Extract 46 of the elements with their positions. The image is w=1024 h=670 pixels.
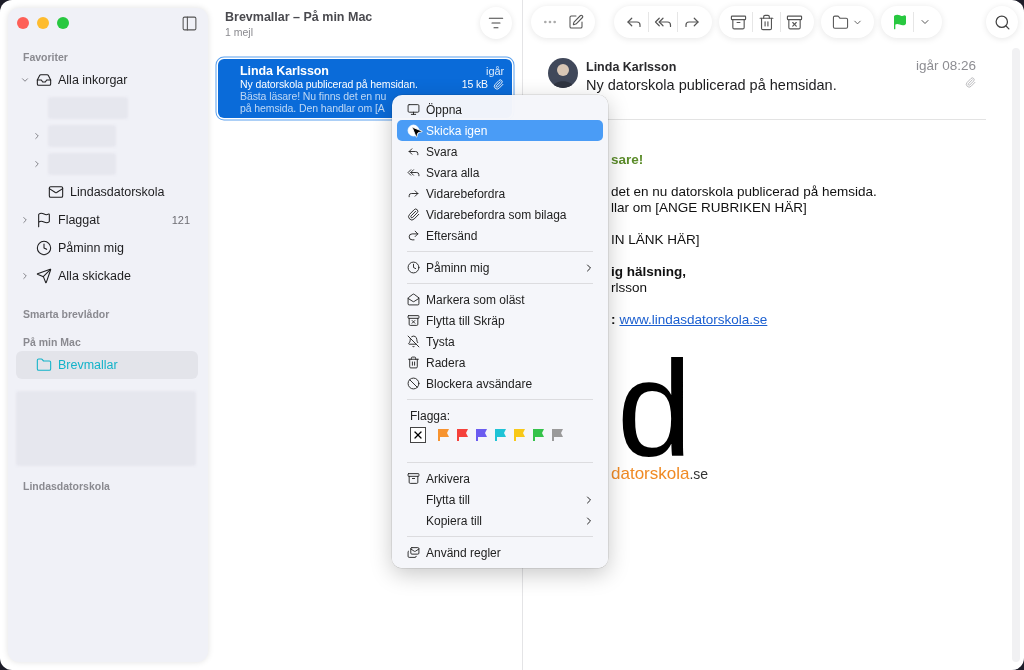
menu-item[interactable]: Svara: [397, 141, 603, 162]
mailbox-item[interactable]: Flaggat 121: [16, 206, 198, 234]
email-body-text: sare!: [611, 152, 644, 168]
mailbox-item[interactable]: Påminn mig: [16, 234, 198, 262]
menu-item[interactable]: Flytta till Skräp: [397, 310, 603, 331]
email-body-text: det en nu datorskola publicerad på hemsida.: [611, 184, 877, 200]
website-link[interactable]: www.lindasdatorskola.se: [619, 312, 768, 328]
menu-item[interactable]: Tysta: [397, 331, 603, 352]
message-count: 1 mejl: [225, 26, 254, 38]
sidebar-section-heading: Lindasdatorskola: [22, 479, 111, 494]
menu-item[interactable]: Eftersänd: [397, 225, 603, 246]
message-preview: Bästa läsare! Nu finns det en nu: [240, 90, 387, 102]
menu-item[interactable]: Kopiera till: [397, 510, 603, 531]
menu-item[interactable]: Vidarebefordra som bilaga: [397, 204, 603, 225]
menu-item[interactable]: Flytta till: [397, 489, 603, 510]
sidebar-section-heading: Smarta brevlådor: [22, 307, 111, 322]
mailbox-item[interactable]: Lindasdatorskola: [16, 178, 198, 206]
email-body-text: rlsson: [611, 280, 647, 296]
sender-name: Linda Karlsson: [586, 60, 678, 74]
logo-text: datorskola.se: [611, 464, 709, 484]
menu-item[interactable]: Arkivera: [397, 468, 603, 489]
menu-item[interactable]: Vidarebefordra: [397, 183, 603, 204]
menu-item[interactable]: Använd regler: [397, 542, 603, 563]
sidebar-section-heading: På min Mac: [22, 335, 82, 350]
flag-label: Flagga:: [409, 408, 452, 425]
mailbox-item[interactable]: Alla inkorgar: [16, 66, 198, 94]
email-body-text: llar om [ANGE RUBRIKEN HÄR]: [611, 200, 807, 216]
menu-item[interactable]: Radera: [397, 352, 603, 373]
menu-item[interactable]: Blockera avsändare: [397, 373, 603, 394]
message-preview: på hemsida. Den handlar om [A: [240, 102, 385, 114]
message-subject: Ny datorskola publicerad på hemsidan.: [240, 78, 418, 90]
logo-letter: d: [617, 354, 693, 464]
menu-item[interactable]: Påminn mig: [397, 257, 603, 278]
email-body-text: ig hälsning,: [611, 264, 686, 280]
menu-item[interactable]: Markera som oläst: [397, 289, 603, 310]
email-date: igår 08:26: [915, 58, 976, 73]
mailbox-title: Brevmallar – På min Mac: [225, 10, 373, 24]
message-size: 15 kB: [461, 78, 488, 90]
message-date: igår: [486, 65, 504, 77]
sidebar-section-heading: Favoriter: [22, 50, 69, 65]
email-body-text: IN LÄNK HÄR]: [611, 232, 700, 248]
message-sender: Linda Karlsson: [240, 64, 329, 78]
email-body-text: :: [611, 312, 616, 328]
mailbox-item[interactable]: Alla skickade: [16, 262, 198, 290]
email-subject: Ny datorskola publicerad på hemsidan.: [586, 77, 838, 93]
menu-item[interactable]: Svara alla: [397, 162, 603, 183]
